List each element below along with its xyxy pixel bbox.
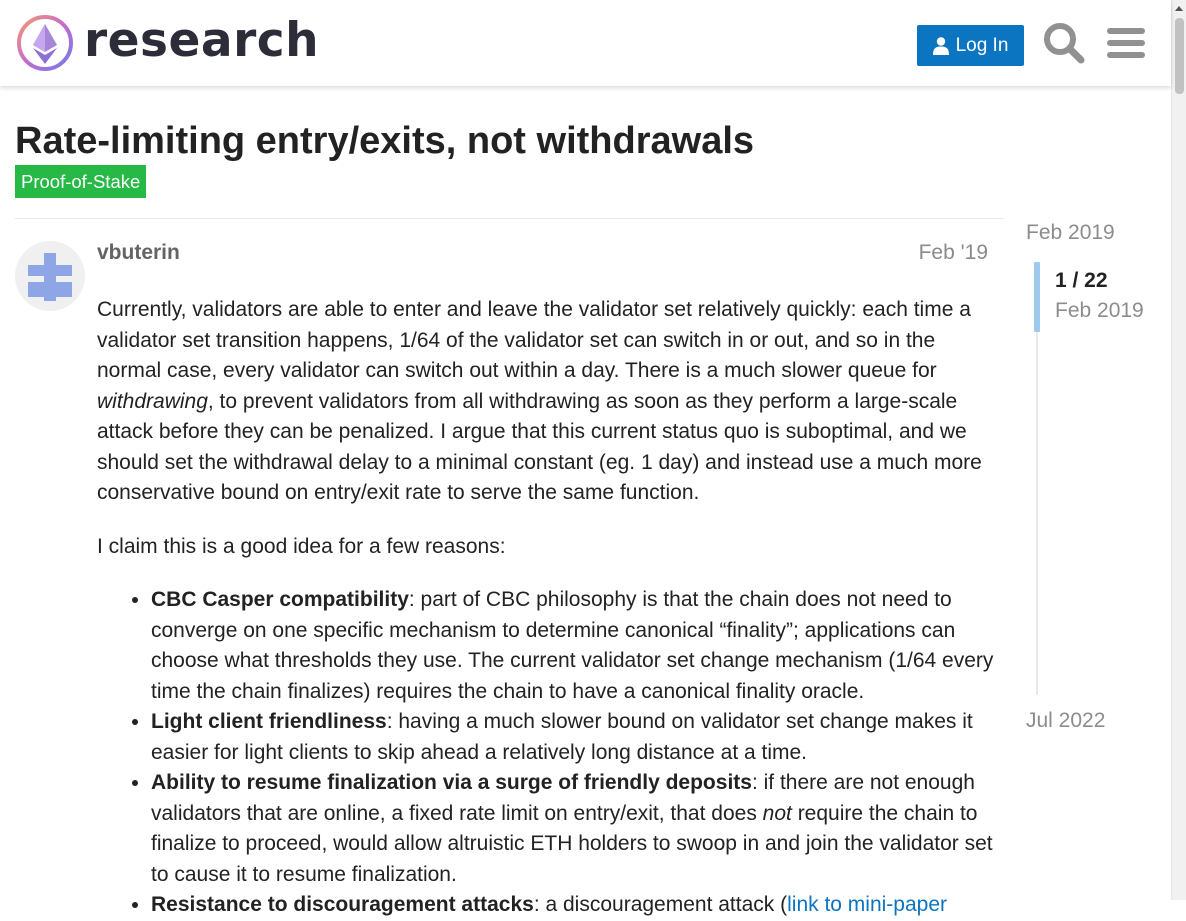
hamburger-menu-icon[interactable] (1105, 21, 1147, 65)
reason-title: Ability to resume finalization via a sur… (151, 771, 752, 794)
topic-title[interactable]: Rate-limiting entry/exits, not withdrawa… (15, 118, 754, 164)
site-name[interactable]: research (84, 10, 319, 72)
login-label: Log In (955, 34, 1009, 56)
reason-title: Resistance to discouragement attacks (151, 893, 534, 916)
timeline-post-count: 1 / 22 (1055, 269, 1108, 292)
scroll-up-arrow-icon[interactable] (1175, 6, 1183, 11)
timeline-end-date[interactable]: Jul 2022 (1026, 708, 1105, 734)
reason-text: : a discouragement attack ( (533, 893, 788, 916)
login-button[interactable]: Log In (917, 25, 1024, 66)
reason-title: CBC Casper compatibility (151, 588, 409, 611)
divider (15, 218, 1004, 219)
mini-paper-link[interactable]: link to mini-paper (787, 893, 947, 916)
list-item: Resistance to discouragement attacks: a … (151, 890, 997, 921)
research-logo[interactable] (16, 14, 74, 72)
list-item: CBC Casper compatibility: part of CBC ph… (151, 585, 997, 707)
page-scrollbar[interactable] (1171, 0, 1186, 900)
list-item: Ability to resume finalization via a sur… (151, 768, 997, 890)
search-icon[interactable] (1043, 21, 1085, 65)
reasons-list: CBC Casper compatibility: part of CBC ph… (97, 585, 997, 921)
emphasis: not (762, 801, 792, 825)
text: Currently, validators are able to enter … (97, 298, 971, 382)
site-header: research Log In (0, 0, 1171, 86)
reason-title: Light client friendliness (151, 710, 387, 733)
timeline-handle[interactable] (1034, 262, 1040, 332)
timeline-current-date: Feb 2019 (1055, 299, 1144, 322)
post-date[interactable]: Feb '19 (919, 240, 988, 266)
post-paragraph: Currently, validators are able to enter … (97, 295, 997, 509)
avatar[interactable] (15, 241, 85, 311)
user-icon (932, 36, 949, 55)
category-badge[interactable]: Proof-of-Stake (15, 165, 147, 198)
timeline-start-date[interactable]: Feb 2019 (1026, 220, 1115, 246)
text: , to prevent validators from all withdra… (97, 389, 982, 505)
post-body: Currently, validators are able to enter … (97, 295, 997, 921)
scroll-thumb[interactable] (1175, 18, 1184, 94)
post-author[interactable]: vbuterin (97, 240, 180, 266)
list-item: Light client friendliness: having a much… (151, 707, 997, 768)
emphasis: withdrawing (97, 389, 208, 413)
post-paragraph: I claim this is a good idea for a few re… (97, 534, 506, 558)
